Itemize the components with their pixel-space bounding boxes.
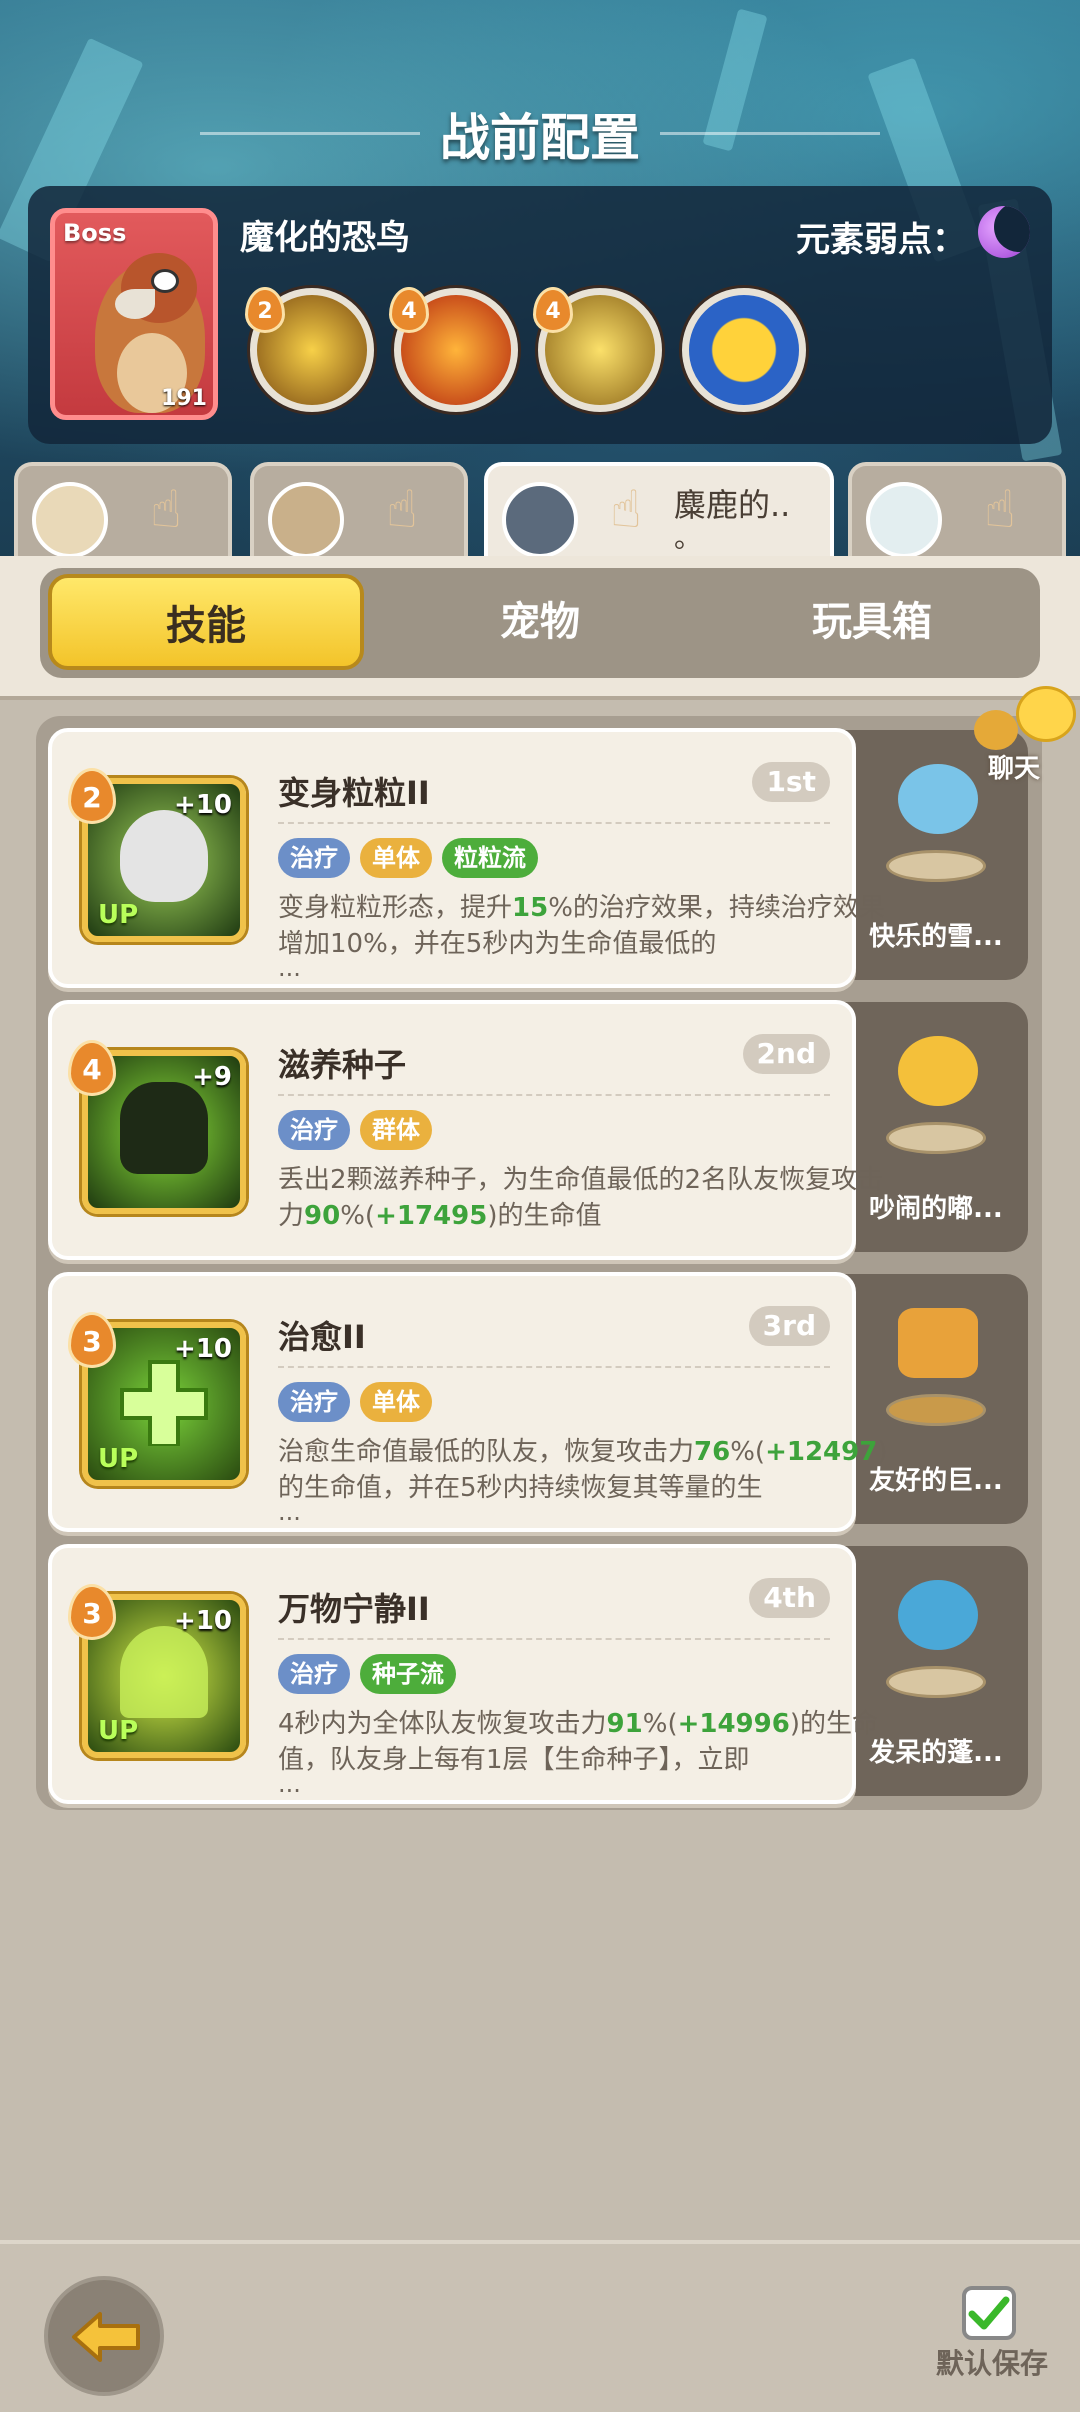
skill-tags: 治疗 种子流 — [278, 1654, 456, 1694]
boss-name: 魔化的恐鸟 — [240, 218, 410, 258]
element-weakness-label: 元素弱点： — [796, 220, 966, 260]
skill-description: 治愈生命值最低的队友，恢复攻击力76%(+12497)的生命值，并在5秒内持续恢… — [278, 1437, 888, 1503]
skill-plus-level: +10 — [174, 1334, 232, 1364]
skill-tag: 治疗 — [278, 838, 350, 878]
tap-hand-icon: ☝ — [386, 480, 418, 540]
skill-tag: 治疗 — [278, 1382, 350, 1422]
skill-name: 治愈II — [278, 1318, 366, 1356]
card-divider — [278, 1638, 830, 1640]
pet-figure — [880, 758, 990, 888]
skill-description: 变身粒粒形态，提升15%的治疗效果，持续治疗效果增加10%，并在5秒内为生命值最… — [278, 893, 885, 959]
skill-tag: 种子流 — [360, 1654, 456, 1694]
skill-plus-level: +9 — [192, 1062, 232, 1092]
boss-level: 191 — [161, 386, 207, 411]
skill-tag: 单体 — [360, 838, 432, 878]
skill-up-indicator: UP — [98, 900, 139, 930]
boss-tag: Boss — [63, 219, 127, 247]
skill-icon-heal: 3 +10 UP — [68, 1312, 246, 1486]
skill-name: 滋养种子 — [278, 1046, 407, 1084]
smiley-face-icon — [1016, 686, 1076, 742]
team-member-name-suffix: 。 — [674, 521, 703, 554]
skill-card-3[interactable]: 3 +10 UP 治愈II 3rd 治疗 单体 治愈生命值最低的队友，恢复攻击力… — [48, 1272, 887, 1532]
cross-plus-icon — [120, 1354, 208, 1448]
skill-tag: 粒粒流 — [442, 838, 538, 878]
skill-rank: 1st — [752, 762, 830, 802]
boss-skill-orb-1[interactable]: 2 — [245, 287, 374, 412]
skill-icon-serenity: 3 +10 UP — [68, 1584, 246, 1758]
team-member-tab-1[interactable]: ☝ — [14, 462, 232, 558]
back-arrow-icon — [72, 2312, 140, 2362]
skill-level-badge: 3 — [68, 1312, 116, 1368]
boss-skill-level-badge: 2 — [245, 287, 285, 333]
skill-tags: 治疗 单体 — [278, 1382, 432, 1422]
skill-up-indicator: UP — [98, 1444, 139, 1474]
tap-hand-icon: ☝ — [984, 480, 1016, 540]
owl-icon — [120, 810, 208, 902]
skill-name: 变身粒粒II — [278, 774, 430, 812]
skill-tag: 单体 — [360, 1382, 432, 1422]
default-save-checkbox[interactable] — [962, 2286, 1016, 2340]
skill-level-badge: 3 — [68, 1584, 116, 1640]
page-title: 战前配置 — [440, 109, 640, 167]
team-member-avatar — [866, 482, 942, 558]
skill-tag: 群体 — [360, 1110, 432, 1150]
team-member-tab-4[interactable]: ☝ — [848, 462, 1066, 558]
pet-figure — [880, 1030, 990, 1160]
skill-card-1[interactable]: 2 +10 UP 变身粒粒II 1st 治疗 单体 粒粒流 变身粒粒形态，提升1… — [48, 728, 885, 988]
boss-info-panel: Boss 191 魔化的恐鸟 元素弱点： 2 4 4 — [28, 186, 1052, 444]
tab-pets[interactable]: 宠物 — [382, 574, 698, 670]
skill-icon-transform: 2 +10 UP — [68, 768, 246, 942]
tab-skills[interactable]: 技能 — [48, 574, 364, 670]
default-save-label: 默认保存 — [936, 2347, 1049, 2380]
boss-portrait[interactable]: Boss 191 — [50, 208, 218, 420]
skill-card-4[interactable]: 3 +10 UP 万物宁静II 4th 治疗 种子流 4秒内为全体队友恢复攻击力… — [48, 1544, 878, 1804]
team-member-tab-2[interactable]: ☝ — [250, 462, 468, 558]
skill-tags: 治疗 群体 — [278, 1110, 432, 1150]
team-member-avatar — [268, 482, 344, 558]
skill-tag: 治疗 — [278, 1654, 350, 1694]
skill-name: 万物宁静II — [278, 1590, 430, 1628]
boss-skill-orb-3[interactable]: 4 — [533, 287, 662, 412]
chat-bubble-icon — [974, 710, 1018, 750]
skill-plus-level: +10 — [174, 790, 232, 820]
boss-skill-orb-4[interactable] — [682, 288, 806, 412]
chat-label[interactable]: 聊天 — [988, 748, 1040, 785]
skill-up-indicator: UP — [98, 1716, 139, 1746]
skill-plus-level: +10 — [174, 1606, 232, 1636]
skill-description: 4秒内为全体队友恢复攻击力91%(+14996)的生命值，队友身上每有1层【生命… — [278, 1709, 878, 1775]
skill-level-badge: 4 — [68, 1040, 116, 1096]
skill-tags: 治疗 单体 粒粒流 — [278, 838, 538, 878]
skill-icon-seed: 4 +9 — [68, 1040, 246, 1214]
team-member-avatar — [32, 482, 108, 558]
pet-figure — [880, 1574, 990, 1704]
card-divider — [278, 1366, 830, 1368]
skill-description: 丢出2颗滋养种子，为生命值最低的2名队友恢复攻击力90%(+17495)的生命值 — [278, 1165, 884, 1231]
card-divider — [278, 822, 830, 824]
description-ellipsis: ... — [278, 1498, 301, 1526]
checkmark-icon — [968, 2296, 1010, 2330]
description-ellipsis: ... — [278, 954, 301, 982]
tap-hand-icon: ☝ — [610, 480, 642, 540]
back-button[interactable] — [44, 2276, 164, 2396]
sprout-robot-icon — [120, 1082, 208, 1174]
boss-skill-orb-2[interactable]: 4 — [389, 287, 518, 412]
leaf-glow-icon — [120, 1626, 208, 1718]
tab-toybox[interactable]: 玩具箱 — [714, 574, 1030, 670]
skill-level-badge: 2 — [68, 768, 116, 824]
boss-skill-level-badge: 4 — [389, 287, 429, 333]
description-ellipsis: ... — [278, 1770, 301, 1798]
tap-hand-icon: ☝ — [150, 480, 182, 540]
dark-element-moon-icon — [978, 206, 1030, 258]
skill-rank: 2nd — [742, 1034, 830, 1074]
pet-figure — [880, 1302, 990, 1432]
card-divider — [278, 1094, 830, 1096]
team-member-tab-3[interactable]: ☝ 麋鹿的.. 。 — [484, 462, 834, 558]
skill-tag: 治疗 — [278, 1110, 350, 1150]
skill-rank: 4th — [749, 1578, 830, 1618]
boss-skill-level-badge: 4 — [533, 287, 573, 333]
team-member-avatar — [502, 482, 578, 558]
skill-card-2[interactable]: 4 +9 滋养种子 2nd 治疗 群体 丢出2颗滋养种子，为生命值最低的2名队友… — [48, 1000, 883, 1260]
skill-rank: 3rd — [748, 1306, 830, 1346]
